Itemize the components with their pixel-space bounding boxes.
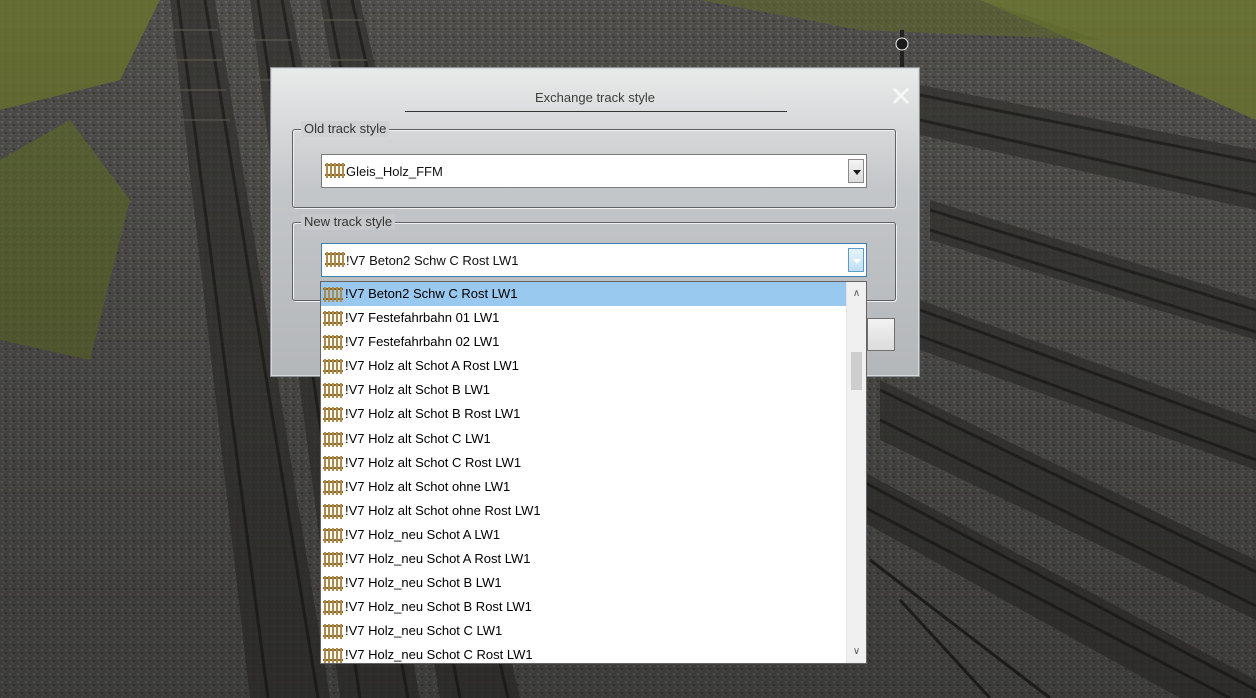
- list-item-label: !V7 Holz alt Schot A Rost LW1: [345, 358, 519, 374]
- dialog-title: Exchange track style: [535, 90, 655, 105]
- chevron-down-icon[interactable]: [848, 159, 864, 183]
- track-icon: [323, 503, 343, 519]
- track-icon: [323, 576, 343, 592]
- list-item-label: !V7 Beton2 Schw C Rost LW1: [345, 286, 518, 301]
- track-icon: [323, 335, 343, 351]
- list-item[interactable]: !V7 Holz alt Schot B Rost LW1: [321, 402, 847, 426]
- old-track-style-combobox[interactable]: Gleis_Holz_FFM: [321, 154, 867, 188]
- list-item-label: !V7 Holz alt Schot C LW1: [345, 430, 491, 446]
- list-item[interactable]: !V7 Festefahrbahn 02 LW1: [321, 330, 847, 354]
- track-icon: [323, 407, 343, 423]
- track-icon: [323, 431, 343, 447]
- list-item[interactable]: !V7 Holz alt Schot ohne LW1: [321, 475, 847, 499]
- track-icon: [323, 383, 343, 399]
- track-icon: [323, 359, 343, 375]
- old-track-style-value: Gleis_Holz_FFM: [346, 164, 443, 179]
- list-item[interactable]: !V7 Festefahrbahn 01 LW1: [321, 306, 847, 330]
- list-item[interactable]: !V7 Beton2 Schw C Rost LW1: [321, 282, 847, 307]
- list-item[interactable]: !V7 Holz alt Schot A Rost LW1: [321, 354, 847, 378]
- list-item[interactable]: !V7 Holz_neu Schot C LW1: [321, 619, 847, 643]
- track-icon: [323, 311, 343, 327]
- scrollbar[interactable]: ∧ ∨: [846, 282, 866, 663]
- list-item-label: !V7 Holz_neu Schot B LW1: [345, 575, 502, 591]
- list-item-label: !V7 Holz alt Schot B Rost LW1: [345, 406, 521, 422]
- old-track-style-label: Old track style: [301, 121, 390, 137]
- chevron-down-icon[interactable]: [848, 248, 864, 272]
- list-item-label: !V7 Holz_neu Schot B Rost LW1: [345, 599, 532, 615]
- new-track-style-value: !V7 Beton2 Schw C Rost LW1: [346, 253, 519, 268]
- list-item[interactable]: !V7 Holz alt Schot C LW1: [321, 427, 847, 451]
- list-item[interactable]: !V7 Holz_neu Schot B LW1: [321, 571, 847, 595]
- old-track-style-group: Old track style Gleis_Holz_FFM: [292, 121, 896, 208]
- track-icon: [323, 552, 343, 568]
- list-item-label: !V7 Festefahrbahn 02 LW1: [345, 334, 500, 350]
- track-icon: [323, 527, 343, 543]
- close-icon[interactable]: ✕: [889, 83, 913, 111]
- track-icon: [323, 648, 343, 663]
- list-item-label: !V7 Holz alt Schot ohne Rost LW1: [345, 502, 541, 518]
- new-track-style-dropdown-list[interactable]: !V7 Beton2 Schw C Rost LW1 !V7 Festefahrb…: [320, 281, 867, 664]
- list-item-label: !V7 Festefahrbahn 01 LW1: [345, 310, 500, 326]
- list-item[interactable]: !V7 Holz alt Schot B LW1: [321, 378, 847, 402]
- track-icon: [323, 455, 343, 471]
- list-item[interactable]: !V7 Holz_neu Schot A Rost LW1: [321, 547, 847, 571]
- list-item-label: !V7 Holz_neu Schot A LW1: [345, 526, 501, 542]
- list-item-label: !V7 Holz alt Schot B LW1: [345, 382, 490, 398]
- list-item[interactable]: !V7 Holz alt Schot C Rost LW1: [321, 451, 847, 475]
- list-item[interactable]: !V7 Holz_neu Schot A LW1: [321, 523, 847, 547]
- chevron-down-icon[interactable]: ∨: [847, 642, 866, 661]
- new-track-style-combobox[interactable]: !V7 Beton2 Schw C Rost LW1: [321, 243, 867, 277]
- list-item[interactable]: !V7 Holz_neu Schot B Rost LW1: [321, 595, 847, 619]
- track-icon: [325, 252, 345, 267]
- scrollbar-thumb[interactable]: [851, 352, 862, 390]
- dialog-button-partially-hidden[interactable]: [867, 318, 895, 351]
- list-item-label: !V7 Holz_neu Schot C Rost LW1: [345, 647, 533, 663]
- list-item-label: !V7 Holz alt Schot ohne LW1: [345, 478, 511, 494]
- list-item-label: !V7 Holz_neu Schot C LW1: [345, 623, 503, 639]
- track-icon: [323, 600, 343, 616]
- track-icon: [325, 163, 345, 178]
- list-item[interactable]: !V7 Holz alt Schot ohne Rost LW1: [321, 499, 847, 523]
- list-item-label: !V7 Holz alt Schot C Rost LW1: [345, 454, 522, 470]
- list-item[interactable]: !V7 Holz_neu Schot C Rost LW1: [321, 643, 847, 663]
- dropdown-items: !V7 Beton2 Schw C Rost LW1 !V7 Festefahrb…: [321, 282, 847, 663]
- track-icon: [323, 624, 343, 640]
- track-icon: [323, 479, 343, 495]
- track-icon: [323, 287, 343, 302]
- title-divider: [405, 111, 787, 112]
- chevron-up-icon[interactable]: ∧: [847, 284, 866, 303]
- list-item-label: !V7 Holz_neu Schot A Rost LW1: [345, 551, 531, 567]
- new-track-style-label: New track style: [301, 214, 396, 230]
